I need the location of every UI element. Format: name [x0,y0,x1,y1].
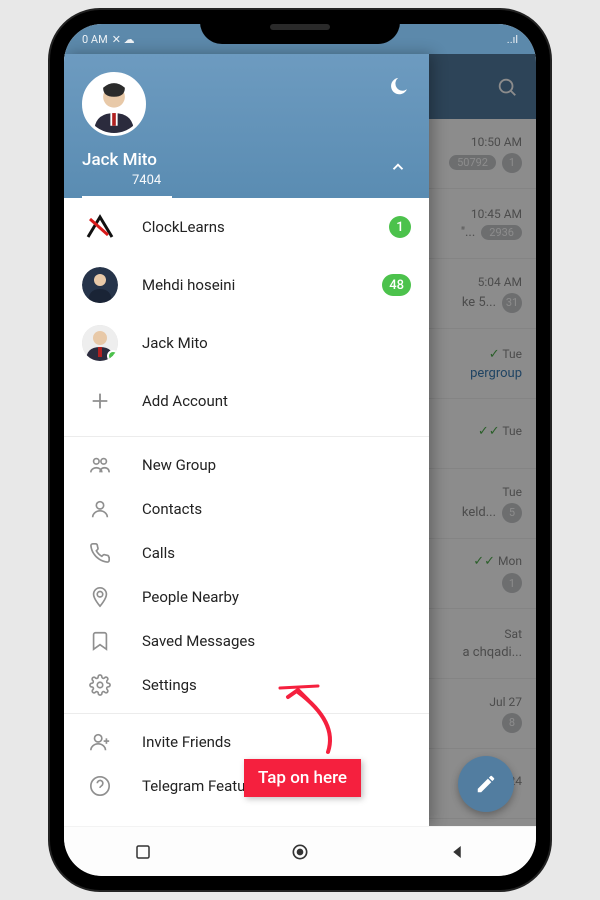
account-item-jack[interactable]: Jack Mito [64,314,429,372]
nav-home-button[interactable] [288,840,312,864]
menu-invite-friends[interactable]: Invite Friends [64,720,429,764]
nearby-icon [82,586,118,608]
unread-badge: 1 [389,216,411,238]
drawer-header: Jack Mito 7404 [64,54,429,198]
account-item-mehdi[interactable]: Mehdi hoseini 48 [64,256,429,314]
menu-label: Settings [142,676,197,694]
status-signal: ..ıl [507,33,518,46]
status-icon: ✕ ☁ [112,33,135,46]
add-account-button[interactable]: Add Account [64,372,429,430]
account-item-clocklearns[interactable]: ClockLearns 1 [64,198,429,256]
drawer-list: ClockLearns 1 Mehdi hoseini 48 [64,198,429,826]
gear-icon [82,674,118,696]
night-mode-icon[interactable] [387,76,409,102]
account-avatar [82,325,118,361]
phone-frame: 0 AM ✕ ☁ ..ıl 10:50 AM50792110:45 AM"...… [50,10,550,890]
menu-label: People Nearby [142,588,239,606]
menu-settings[interactable]: Settings [64,663,429,707]
menu-telegram-features[interactable]: Telegram Features [64,764,429,808]
person-icon [82,498,118,520]
account-avatar [82,267,118,303]
menu-contacts[interactable]: Contacts [64,487,429,531]
menu-people-nearby[interactable]: People Nearby [64,575,429,619]
account-label: Mehdi hoseini [142,276,358,294]
menu-calls[interactable]: Calls [64,531,429,575]
help-icon [82,775,118,797]
menu-label: Contacts [142,500,202,518]
divider [64,436,429,437]
screen: 0 AM ✕ ☁ ..ıl 10:50 AM50792110:45 AM"...… [64,24,536,876]
status-time: 0 AM [82,33,108,46]
menu-label: Saved Messages [142,632,255,650]
profile-phone: 7404 [82,173,411,188]
invite-icon [82,731,118,753]
menu-label: Invite Friends [142,733,231,751]
android-navbar [64,826,536,876]
nav-back-button[interactable] [445,840,469,864]
menu-saved-messages[interactable]: Saved Messages [64,619,429,663]
phone-notch [200,10,400,44]
menu-label: New Group [142,456,216,474]
unread-badge: 48 [382,274,411,296]
divider [64,713,429,714]
phone-icon [82,542,118,564]
add-account-label: Add Account [142,392,411,410]
profile-avatar[interactable] [82,72,146,136]
menu-new-group[interactable]: New Group [64,443,429,487]
compose-fab[interactable] [458,756,514,812]
profile-name: Jack Mito [82,150,411,170]
menu-label: Telegram Features [142,777,266,795]
account-label: ClockLearns [142,218,365,236]
accounts-toggle[interactable] [389,158,407,180]
active-account-check-icon [107,350,118,361]
group-icon [82,454,118,476]
plus-icon [82,383,118,419]
nav-recent-button[interactable] [131,840,155,864]
account-label: Jack Mito [142,334,411,352]
navigation-drawer: Jack Mito 7404 ClockLearns 1 [64,54,429,826]
bookmark-icon [82,630,118,652]
menu-label: Calls [142,544,175,562]
account-avatar [82,209,118,245]
